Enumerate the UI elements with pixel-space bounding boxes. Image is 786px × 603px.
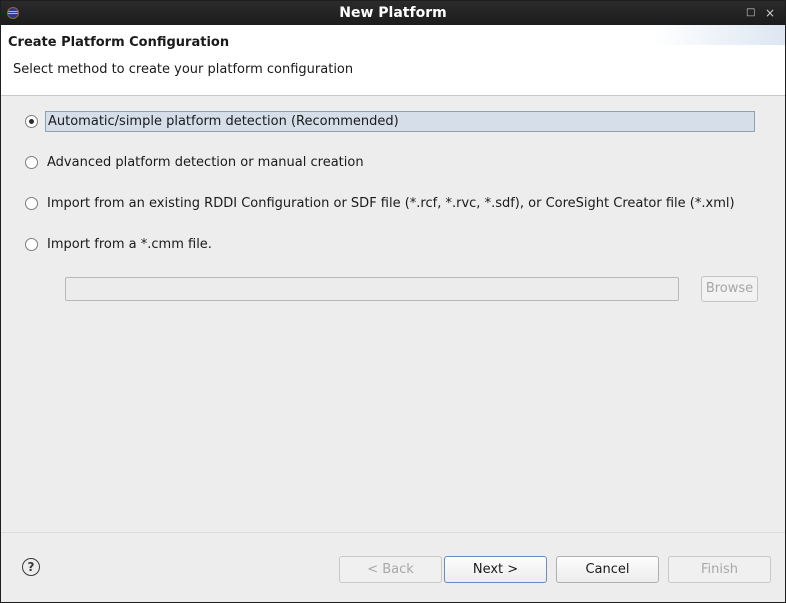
option-import-cmm[interactable]: Import from a *.cmm file. [25,233,214,255]
option-label[interactable]: Advanced platform detection or manual cr… [45,153,366,172]
cancel-button[interactable]: Cancel [556,556,659,583]
option-automatic-detection[interactable]: Automatic/simple platform detection (Rec… [25,110,755,132]
maximize-icon[interactable]: □ [746,6,755,20]
radio-button[interactable] [25,196,38,210]
back-button[interactable]: < Back [339,556,442,583]
wizard-header: Create Platform Configuration Select met… [1,25,785,96]
close-icon[interactable]: × [765,6,775,20]
radio-button-checked[interactable] [25,114,38,128]
window-title: New Platform [339,5,447,21]
title-bar[interactable]: New Platform □ × [1,1,785,25]
option-import-rddi[interactable]: Import from an existing RDDI Configurati… [25,192,737,214]
page-title: Create Platform Configuration [8,35,230,50]
option-advanced-detection[interactable]: Advanced platform detection or manual cr… [25,151,366,173]
browse-button[interactable]: Browse [701,276,758,302]
next-button[interactable]: Next > [444,556,547,583]
new-platform-dialog: New Platform □ × Create Platform Configu… [0,0,786,603]
finish-button[interactable]: Finish [668,556,771,583]
radio-button[interactable] [25,237,38,251]
help-icon[interactable]: ? [22,558,40,576]
option-label[interactable]: Import from a *.cmm file. [45,235,214,254]
option-label[interactable]: Automatic/simple platform detection (Rec… [45,110,755,132]
page-description: Select method to create your platform co… [13,62,354,77]
option-label[interactable]: Import from an existing RDDI Configurati… [45,194,737,213]
radio-button[interactable] [25,155,38,169]
header-decoration [655,25,785,45]
footer-divider [1,532,785,533]
cmm-file-path-input[interactable] [65,277,679,301]
